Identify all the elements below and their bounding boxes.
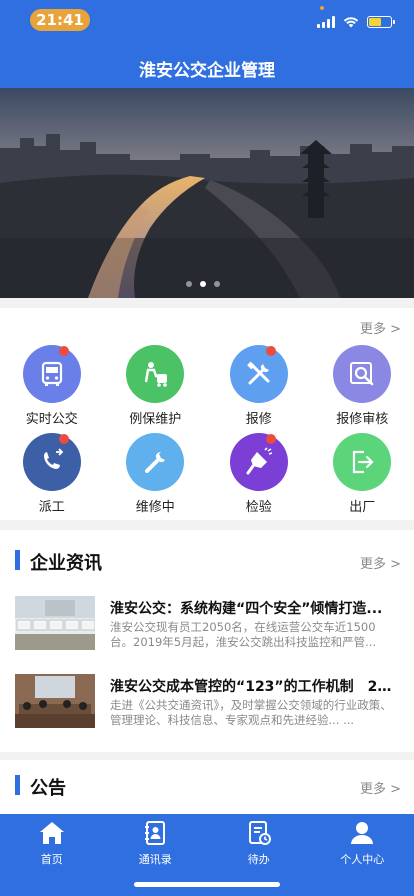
menu-item-inspection[interactable]: 检验 bbox=[207, 433, 311, 515]
news-title: 淮安公交成本管控的“123”的工作机制 202... bbox=[110, 679, 392, 695]
pager-dot-active[interactable] bbox=[200, 281, 206, 287]
menu-item-label: 派工 bbox=[38, 500, 65, 515]
page-title: 淮安公交企业管理 bbox=[139, 61, 275, 81]
tab-label: 通讯录 bbox=[138, 853, 172, 866]
news-title: 淮安公交：系统构建“四个安全”倾情打造... bbox=[110, 601, 383, 617]
menu-item-dispatch[interactable]: 派工 bbox=[0, 433, 104, 515]
user-icon bbox=[351, 822, 374, 844]
notice-section-title: 公告 bbox=[30, 778, 66, 799]
exit-icon bbox=[333, 433, 392, 491]
search-icon bbox=[333, 345, 392, 403]
status-time: 21:41 bbox=[30, 9, 90, 31]
maintenance-icon bbox=[126, 345, 185, 403]
menu-item-label: 实时公交 bbox=[25, 412, 78, 427]
news-summary: 淮安公交现有员工2050名，在线运营公交车近1500台。2019年5月起，淮安公… bbox=[110, 620, 377, 649]
menu-item-maintenance[interactable]: 例保维护 bbox=[104, 345, 208, 427]
flashlight-icon bbox=[229, 433, 288, 491]
news-thumbnail bbox=[15, 674, 95, 728]
notice-section: 公告 更多 > bbox=[0, 760, 414, 814]
news-section-title: 企业资讯 bbox=[30, 553, 102, 574]
pager-dot[interactable] bbox=[214, 281, 220, 287]
menu-item-label: 报修 bbox=[245, 412, 272, 427]
wrench-icon bbox=[126, 433, 185, 491]
banner-image bbox=[0, 88, 414, 298]
tab-label: 首页 bbox=[40, 853, 63, 866]
news-summary: 走进《公共交通资讯》，及时掌握公交领域的行业政策、管理理论、科技信息、专家观点和… bbox=[110, 698, 392, 727]
privacy-indicator-dot bbox=[320, 6, 324, 10]
news-section: 企业资讯 更多 > 淮安公交：系统构建“四个安全”倾情打造... 淮安公交现有员… bbox=[0, 530, 414, 752]
wifi-icon bbox=[343, 17, 359, 28]
notification-badge bbox=[59, 346, 69, 356]
banner-carousel[interactable] bbox=[0, 88, 414, 298]
contacts-icon bbox=[145, 821, 166, 845]
section-accent-bar bbox=[15, 550, 20, 570]
menu-item-label: 例保维护 bbox=[129, 412, 182, 427]
battery-icon bbox=[367, 16, 395, 28]
home-indicator[interactable] bbox=[134, 882, 280, 887]
menu-item-label: 维修中 bbox=[135, 500, 175, 515]
signal-icon bbox=[317, 16, 335, 28]
tab-label: 个人中心 bbox=[340, 853, 385, 866]
tools-icon bbox=[229, 345, 288, 403]
tab-label: 待办 bbox=[247, 853, 270, 866]
notification-badge bbox=[266, 346, 276, 356]
bus-icon bbox=[22, 345, 81, 403]
menu-item-label: 检验 bbox=[245, 500, 272, 515]
section-accent-bar bbox=[15, 775, 20, 795]
news-item[interactable]: 淮安公交：系统构建“四个安全”倾情打造... 淮安公交现有员工2050名，在线运… bbox=[0, 596, 414, 658]
news-more-link[interactable]: 更多 > bbox=[360, 553, 401, 572]
news-thumbnail bbox=[15, 596, 95, 650]
menu-item-repairing[interactable]: 维修中 bbox=[104, 433, 208, 515]
menu-item-realtime-bus[interactable]: 实时公交 bbox=[0, 345, 104, 427]
notification-badge bbox=[266, 434, 276, 444]
home-icon bbox=[39, 822, 64, 844]
menu-item-repair-review[interactable]: 报修审核 bbox=[311, 345, 414, 427]
menu-item-label: 报修审核 bbox=[336, 412, 389, 427]
status-icons bbox=[317, 14, 395, 30]
notice-more-link[interactable]: 更多 > bbox=[360, 778, 401, 797]
menu-grid: 实时公交 例保维护 报修 报修审核 派工 维修中 检验 出厂 bbox=[0, 345, 414, 515]
function-menu: 更多 > 实时公交 例保维护 报修 报修审核 派工 维修中 检验 出厂 bbox=[0, 308, 414, 520]
pager-dot[interactable] bbox=[186, 281, 192, 287]
todo-icon bbox=[248, 821, 271, 845]
tab-home[interactable]: 首页 bbox=[0, 814, 104, 896]
menu-item-repair[interactable]: 报修 bbox=[207, 345, 311, 427]
tab-profile[interactable]: 个人中心 bbox=[311, 814, 414, 896]
dispatch-icon bbox=[22, 433, 81, 491]
notification-badge bbox=[59, 434, 69, 444]
menu-more-link[interactable]: 更多 > bbox=[360, 318, 401, 337]
news-item[interactable]: 淮安公交成本管控的“123”的工作机制 202... 走进《公共交通资讯》，及时… bbox=[0, 674, 414, 736]
banner-pager[interactable] bbox=[186, 281, 220, 287]
menu-item-label: 出厂 bbox=[349, 500, 376, 515]
header: 21:41 淮安公交企业管理 bbox=[0, 0, 414, 88]
menu-item-exit-factory[interactable]: 出厂 bbox=[311, 433, 414, 515]
